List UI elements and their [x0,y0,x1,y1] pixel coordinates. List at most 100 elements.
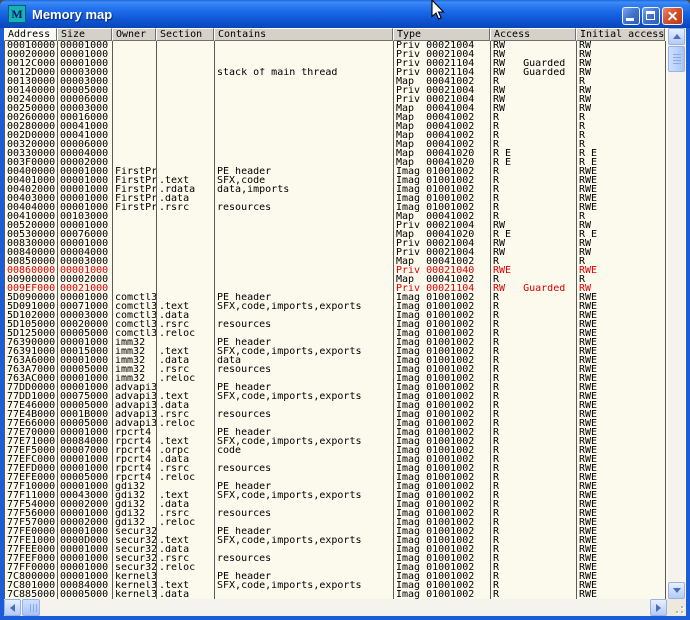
column-header-type[interactable]: Type [393,28,490,41]
table-row[interactable]: 0026000000016000Map 00041002RR [5,113,667,122]
table-row[interactable]: 77FE000000001000secur32PE headerImag 010… [5,527,667,536]
table-row[interactable]: 763AC00000001000imm32.relocImag 01001002… [5,374,667,383]
table-row[interactable]: 763A700000005000imm32.rsrcresourcesImag … [5,365,667,374]
table-row[interactable]: 0083000000001000Priv 00021004RWRW [5,239,667,248]
cell-address: 00280000 [5,122,58,131]
table-row[interactable]: 0086000000001000Priv 00021040RWERWE [5,266,667,275]
column-header-access[interactable]: Access [490,28,576,41]
cell-section: .rsrc [157,365,215,374]
table-row[interactable]: 77F5700000002000gdi32.relocImag 01001002… [5,518,667,527]
maximize-button[interactable] [642,7,660,25]
table-row[interactable]: 0032000000006000Map 00041002RR [5,140,667,149]
table-row[interactable]: 0013000000003000Map 00041002RR [5,77,667,86]
column-header-size[interactable]: Size [57,28,112,41]
table-row[interactable]: 77FEE00000001000secur32.dataImag 0100100… [5,545,667,554]
column-header-contains[interactable]: Contains [214,28,393,41]
cell-address: 00404000 [5,203,58,212]
table-row[interactable]: 5D12500000005000comctl32.relocImag 01001… [5,329,667,338]
table-row[interactable]: 7C88500000005000kernel32.dataImag 010010… [5,590,667,599]
table-row[interactable]: 0085000000003000Map 00041002RR [5,257,667,266]
cell-contains: PE header [215,482,394,491]
table-row[interactable]: 77EF500000007000rpcrt4.orpccodeImag 0100… [5,446,667,455]
table-row[interactable]: 0024000000006000Priv 00021004RWRW [5,95,667,104]
cell-owner: imm32 [113,338,157,347]
table-row[interactable]: 0014000000005000Priv 00021004RWRW [5,86,667,95]
table-row[interactable]: 77E6600000005000advapi32.relocImag 01001… [5,419,667,428]
table-row[interactable]: 0028000000041000Map 00041002RR [5,122,667,131]
table-row[interactable]: 002D000000041000Map 00041002RR [5,131,667,140]
table-row[interactable]: 5D09000000001000comctl32PE headerImag 01… [5,293,667,302]
table-row[interactable]: 77F5600000001000gdi32.rsrcresourcesImag … [5,509,667,518]
vertical-scrollbar-thumb[interactable] [668,46,685,72]
table-row[interactable]: 7C80000000001000kernel32PE headerImag 01… [5,572,667,581]
table-row[interactable]: 77EFE00000005000rpcrt4.relocImag 0100100… [5,473,667,482]
table-row[interactable]: 5D10500000020000comctl32.rsrcresourcesIm… [5,320,667,329]
table-row[interactable]: 77E4600000005000advapi32.dataImag 010010… [5,401,667,410]
cell-section: .rsrc [157,203,215,212]
table-row[interactable]: 0040400000001000FirstPro.rsrcresourcesIm… [5,203,667,212]
table-row[interactable]: 0041000000103000Map 00041002RR [5,212,667,221]
cell-owner: FirstPro [113,167,157,176]
cell-section [157,86,215,95]
table-row[interactable]: 77E7100000084000rpcrt4.textSFX,code,impo… [5,437,667,446]
table-row[interactable]: 5D10200000003000comctl32.dataImag 010010… [5,311,667,320]
table-row[interactable]: 5D09100000071000comctl32.textSFX,code,im… [5,302,667,311]
table-row[interactable]: 7C80100000084000kernel32.textSFX,code,im… [5,581,667,590]
table-row[interactable]: 763A600000001000imm32.datadataImag 01001… [5,356,667,365]
minimize-button[interactable] [622,7,640,25]
table-row[interactable]: 0012D00000003000stack of main threadPriv… [5,68,667,77]
table-row[interactable]: 0052000000001000Priv 00021004RWRW [5,221,667,230]
table-row[interactable]: 0002000000001000Priv 00021004RWRW [5,50,667,59]
table-row[interactable]: 0040000000001000FirstProPE headerImag 01… [5,167,667,176]
cell-owner: rpcrt4 [113,455,157,464]
table-row[interactable]: 0012C00000001000Priv 00021104RW GuardedR… [5,59,667,68]
cell-section: .rsrc [157,320,215,329]
table-row[interactable]: 77FEF00000001000secur32.rsrcresourcesIma… [5,554,667,563]
cell-contains [215,86,394,95]
column-header-section[interactable]: Section [156,28,214,41]
cell-contains [215,284,394,293]
resize-grip[interactable] [667,599,686,616]
table-row[interactable]: 009EF00000021000Priv 00021104RW GuardedR… [5,284,667,293]
table-row[interactable]: 7639000000001000imm32PE headerImag 01001… [5,338,667,347]
table-row[interactable]: 77E7000000001000rpcrt4PE headerImag 0100… [5,428,667,437]
scroll-down-button[interactable] [668,582,685,599]
cell-section [157,104,215,113]
table-row[interactable]: 0040300000001000FirstPro.dataImag 010010… [5,194,667,203]
table-row[interactable]: 77FF000000001000secur32.relocImag 010010… [5,563,667,572]
table-row[interactable]: 0001000000001000Priv 00021004RWRW [5,41,667,50]
cell-owner: rpcrt4 [113,428,157,437]
scroll-up-button[interactable] [668,28,685,45]
table-row[interactable]: 0053000000076000Map 00041020R ER E [5,230,667,239]
horizontal-scrollbar-thumb[interactable] [22,599,40,616]
cell-owner: advapi32 [113,401,157,410]
table-row[interactable]: 77F1100000043000gdi32.textSFX,code,impor… [5,491,667,500]
titlebar[interactable]: M Memory map [0,0,690,28]
column-header-owner[interactable]: Owner [112,28,156,41]
table-row[interactable]: 77EFD00000001000rpcrt4.rsrcresourcesImag… [5,464,667,473]
table-row[interactable]: 0090000000002000Map 00041002RR [5,275,667,284]
table-row[interactable]: 0040100000001000FirstPro.textSFX,codeIma… [5,176,667,185]
column-header-address[interactable]: Address [4,28,57,41]
horizontal-scrollbar[interactable] [4,599,667,616]
column-header-initial-access[interactable]: Initial access [576,28,665,41]
scroll-right-button[interactable] [650,599,667,616]
vertical-scrollbar[interactable] [668,28,685,599]
table-row[interactable]: 77DD100000075000advapi32.textSFX,code,im… [5,392,667,401]
table-row[interactable]: 77DD000000001000advapi32PE headerImag 01… [5,383,667,392]
table-row[interactable]: 0040200000001000FirstPro.rdatadata,impor… [5,185,667,194]
table-row[interactable]: 77E4B0000001B000advapi32.rsrcresourcesIm… [5,410,667,419]
table-row[interactable]: 77F1000000001000gdi32PE headerImag 01001… [5,482,667,491]
scroll-left-button[interactable] [4,599,21,616]
table-row[interactable]: 0025000000003000Map 00041004RWRW [5,104,667,113]
table-row[interactable]: 77F5400000002000gdi32.dataImag 01001002R… [5,500,667,509]
table-row[interactable]: 77EFC00000001000rpcrt4.dataImag 01001002… [5,455,667,464]
cell-initial_access: RWE [577,428,666,437]
table-row[interactable]: 0084000000004000Priv 00021004RWRW [5,248,667,257]
cell-access: RW Guarded [491,68,577,77]
table-row[interactable]: 003F000000002000Map 00041020R ER E [5,158,667,167]
table-row[interactable]: 7639100000015000imm32.textSFX,code,impor… [5,347,667,356]
table-row[interactable]: 0033000000004000Map 00041020R ER E [5,149,667,158]
close-button[interactable] [662,7,683,25]
table-row[interactable]: 77FE10000000D000secur32.textSFX,code,imp… [5,536,667,545]
